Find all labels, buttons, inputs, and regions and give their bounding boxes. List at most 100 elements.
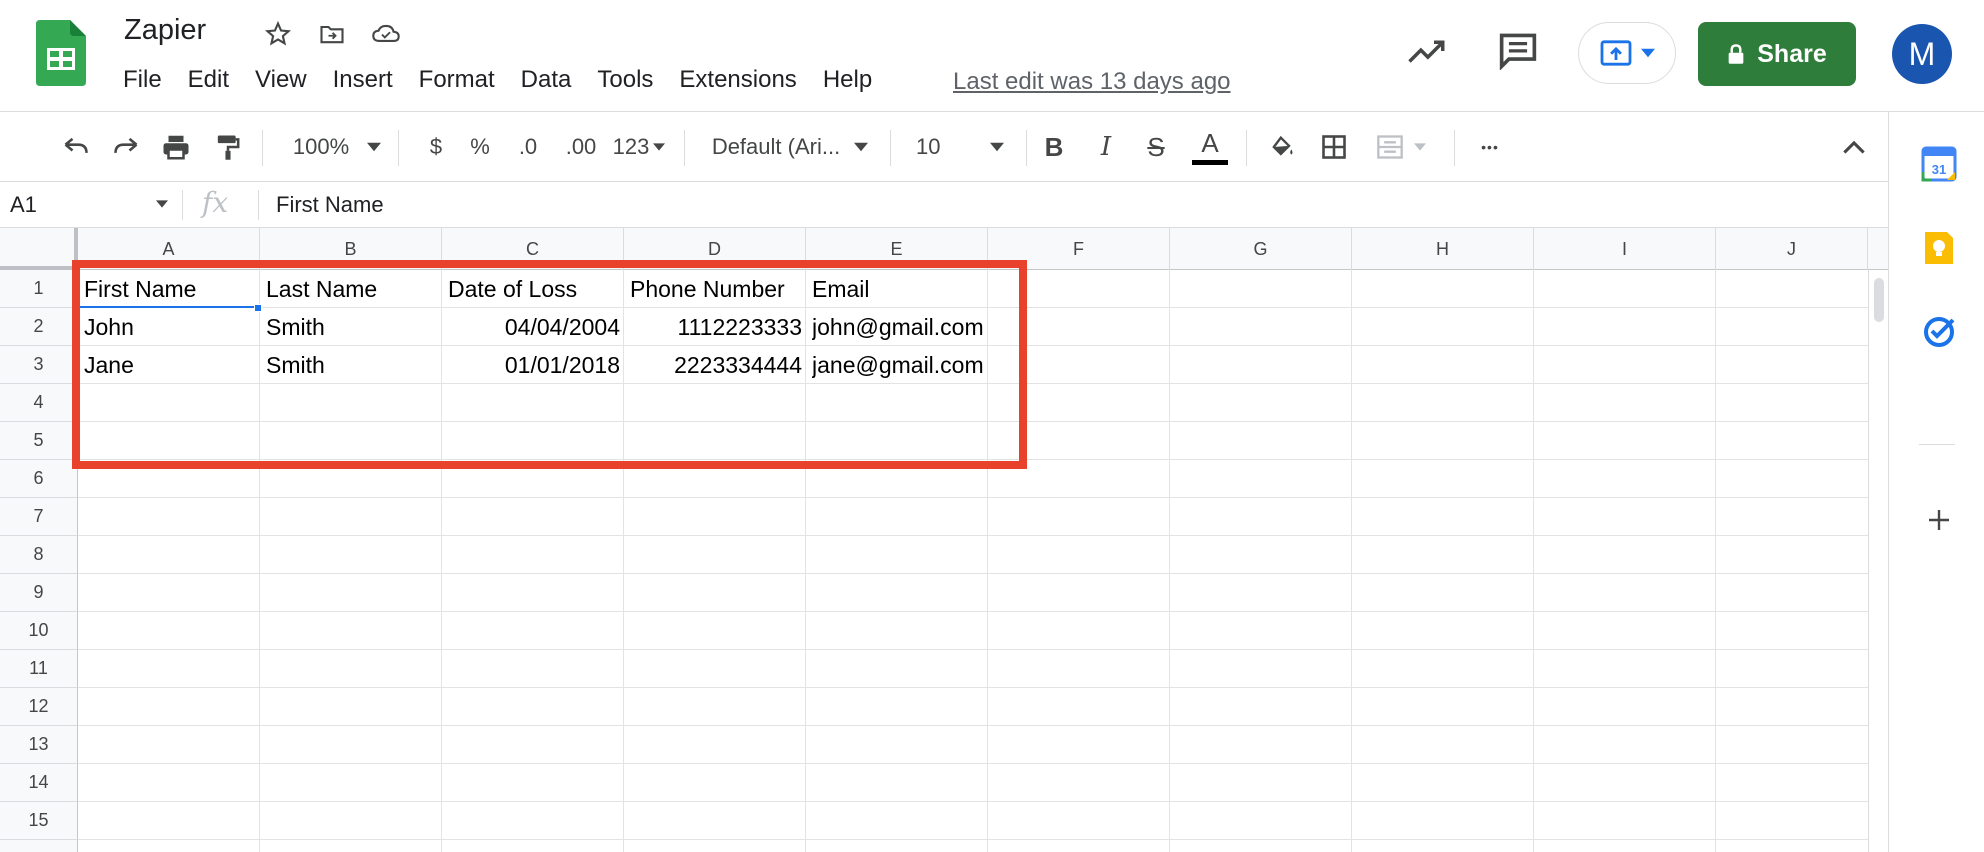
menu-bar: File Edit View Insert Format Data Tools … <box>123 66 898 94</box>
toolbar-divider <box>890 130 891 166</box>
percent-format-button[interactable]: % <box>460 112 500 182</box>
paint-format-icon[interactable] <box>208 112 248 182</box>
menu-format[interactable]: Format <box>419 66 508 94</box>
toolbar-divider <box>1026 130 1027 166</box>
zoom-select[interactable]: 100% <box>282 112 392 182</box>
gridline <box>1351 270 1352 852</box>
increase-decimal-button[interactable]: .00 <box>558 112 604 182</box>
text-color-button[interactable]: A <box>1190 112 1230 182</box>
bold-button[interactable]: B <box>1034 112 1074 182</box>
present-button[interactable] <box>1578 22 1676 84</box>
gridline <box>78 687 1868 688</box>
vertical-scrollbar[interactable] <box>1868 270 1888 852</box>
gridline <box>78 649 1868 650</box>
italic-button[interactable]: I <box>1086 112 1126 182</box>
column-header-g[interactable]: G <box>1170 228 1352 270</box>
share-button[interactable]: Share <box>1698 22 1856 86</box>
collapse-toolbar-icon[interactable] <box>1836 112 1872 182</box>
toolbar-divider <box>398 130 399 166</box>
gridline <box>1169 270 1170 852</box>
sheets-app: Zapier File Edit View Insert Format Data… <box>0 0 1984 852</box>
menu-file[interactable]: File <box>123 66 175 94</box>
keep-icon[interactable] <box>1921 230 1957 266</box>
highlight-box <box>72 260 1027 469</box>
activity-trend-icon[interactable] <box>1406 33 1448 69</box>
row-header-14[interactable]: 14 <box>0 764 78 802</box>
fill-color-icon[interactable] <box>1262 112 1302 182</box>
row-header-12[interactable]: 12 <box>0 688 78 726</box>
move-folder-icon[interactable] <box>316 18 348 50</box>
more-formats-button[interactable]: 123 <box>608 112 670 182</box>
font-family-select[interactable]: Default (Ari... <box>700 112 880 182</box>
column-header-j[interactable]: J <box>1716 228 1868 270</box>
more-formats-label: 123 <box>612 134 650 159</box>
toolbar-divider <box>1454 130 1455 166</box>
scrollbar-thumb[interactable] <box>1874 278 1884 322</box>
row-header-1[interactable]: 1 <box>0 270 78 308</box>
sheets-logo-icon[interactable] <box>36 20 86 86</box>
row-header-10[interactable]: 10 <box>0 612 78 650</box>
present-upload-icon <box>1600 40 1632 66</box>
add-addon-icon[interactable] <box>1921 502 1957 538</box>
text-color-swatch <box>1192 159 1228 165</box>
row-header-16[interactable] <box>0 840 78 852</box>
menu-insert[interactable]: Insert <box>333 66 406 94</box>
share-label: Share <box>1757 39 1827 68</box>
column-header-i[interactable]: I <box>1534 228 1716 270</box>
lock-icon <box>1728 44 1744 64</box>
row-header-6[interactable]: 6 <box>0 460 78 498</box>
menu-help[interactable]: Help <box>823 66 885 94</box>
decrease-decimal-button[interactable]: .0 <box>508 112 548 182</box>
currency-format-button[interactable]: $ <box>416 112 456 182</box>
row-header-2[interactable]: 2 <box>0 308 78 346</box>
menu-extensions[interactable]: Extensions <box>679 66 809 94</box>
row-header-5[interactable]: 5 <box>0 422 78 460</box>
row-header-15[interactable]: 15 <box>0 802 78 840</box>
tasks-icon[interactable] <box>1921 314 1957 350</box>
comments-icon[interactable] <box>1496 30 1540 70</box>
side-panel: 31 <box>1888 112 1984 852</box>
undo-icon[interactable] <box>56 112 96 182</box>
borders-icon[interactable] <box>1314 112 1354 182</box>
gridline <box>78 725 1868 726</box>
gridline <box>78 611 1868 612</box>
chevron-down-icon[interactable] <box>156 200 168 208</box>
toolbar-divider <box>262 130 263 166</box>
strikethrough-button[interactable]: S <box>1136 112 1176 182</box>
menu-view[interactable]: View <box>255 66 320 94</box>
row-header-13[interactable]: 13 <box>0 726 78 764</box>
print-icon[interactable] <box>156 112 196 182</box>
redo-icon[interactable] <box>106 112 146 182</box>
menu-data[interactable]: Data <box>521 66 585 94</box>
decrease-decimal-label: .0 <box>518 134 538 159</box>
last-edit-link[interactable]: Last edit was 13 days ago <box>953 68 1231 96</box>
more-options-icon[interactable]: ••• <box>1468 112 1512 182</box>
menu-edit[interactable]: Edit <box>188 66 242 94</box>
gridline <box>78 535 1868 536</box>
fx-icon: fx <box>202 186 229 219</box>
font-size-select[interactable]: 10 <box>906 112 1016 182</box>
menu-tools[interactable]: Tools <box>597 66 666 94</box>
row-header-4[interactable]: 4 <box>0 384 78 422</box>
column-header-h[interactable]: H <box>1352 228 1534 270</box>
name-box[interactable]: A1 <box>10 192 37 218</box>
cloud-saved-icon[interactable] <box>370 18 402 50</box>
avatar[interactable]: M <box>1892 24 1952 84</box>
calendar-icon[interactable]: 31 <box>1921 146 1957 182</box>
row-header-7[interactable]: 7 <box>0 498 78 536</box>
title-bar: Zapier File Edit View Insert Format Data… <box>0 0 1984 112</box>
font-size-value: 10 <box>916 134 941 159</box>
chevron-down-icon <box>653 143 666 151</box>
spreadsheet-grid: A B C D E F G H I J 1 2 3 4 5 6 7 8 9 10… <box>0 228 1888 852</box>
star-icon[interactable] <box>262 18 294 50</box>
document-title[interactable]: Zapier <box>124 14 206 47</box>
row-header-11[interactable]: 11 <box>0 650 78 688</box>
select-all-corner[interactable] <box>0 228 78 270</box>
row-header-8[interactable]: 8 <box>0 536 78 574</box>
formula-divider <box>258 190 259 220</box>
merge-cells-icon[interactable] <box>1368 112 1432 182</box>
row-header-3[interactable]: 3 <box>0 346 78 384</box>
formula-input[interactable]: First Name <box>276 192 384 218</box>
row-header-9[interactable]: 9 <box>0 574 78 612</box>
zoom-value: 100% <box>292 134 350 159</box>
